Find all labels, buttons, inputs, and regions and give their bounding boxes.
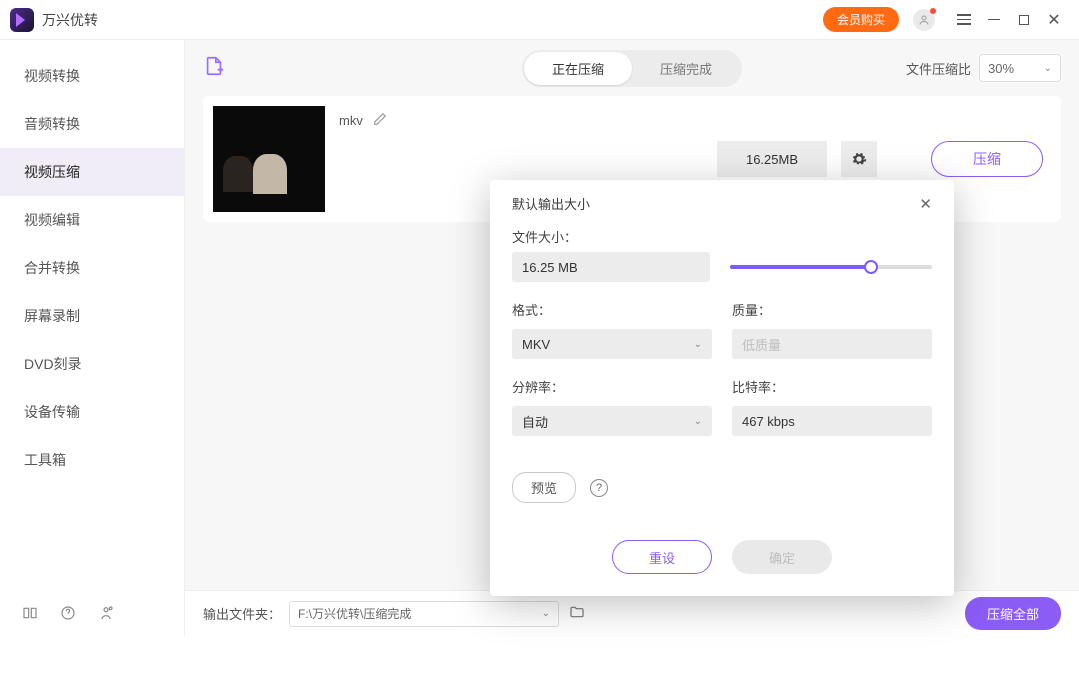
tab-done[interactable]: 压缩完成	[632, 52, 740, 85]
nav-device-transfer[interactable]: 设备传输	[0, 388, 184, 436]
purchase-button[interactable]: 会员购买	[823, 7, 899, 32]
bitrate-label: 比特率：	[732, 377, 932, 396]
format-value: MKV	[522, 337, 550, 352]
sidebar: 视频转换 音频转换 视频压缩 视频编辑 合并转换 屏幕录制 DVD刻录 设备传输…	[0, 40, 185, 636]
nav-video-convert[interactable]: 视频转换	[0, 52, 184, 100]
title-bar: 万兴优转 会员购买 ✕	[0, 0, 1079, 40]
chevron-down-icon: ⌄	[694, 339, 702, 350]
format-label: 格式：	[512, 300, 712, 319]
output-size-modal: 默认输出大小 ✕ 文件大小： 16.25 MB 格式： 质量：	[490, 180, 954, 596]
file-size-label: 文件大小：	[512, 227, 932, 246]
chevron-down-icon: ⌄	[694, 416, 702, 427]
file-size-field: 16.25 MB	[512, 252, 710, 282]
ratio-label: 文件压缩比	[906, 59, 971, 78]
add-file-button[interactable]	[203, 55, 229, 81]
chevron-down-icon: ⌄	[1044, 63, 1052, 74]
file-size-value: 16.25 MB	[522, 260, 578, 275]
toolbar: 正在压缩 压缩完成 文件压缩比 30% ⌄	[185, 40, 1079, 96]
modal-title: 默认输出大小	[512, 194, 590, 213]
quality-label: 质量：	[732, 300, 932, 319]
chevron-down-icon: ⌄	[542, 608, 550, 619]
bitrate-field[interactable]: 467 kbps	[732, 406, 932, 436]
tab-compressing[interactable]: 正在压缩	[524, 52, 632, 85]
app-logo-icon	[10, 8, 34, 32]
menu-icon[interactable]	[949, 5, 979, 35]
file-name: mkv	[339, 113, 363, 128]
resolution-select[interactable]: 自动 ⌄	[512, 406, 712, 436]
compress-all-button[interactable]: 压缩全部	[965, 597, 1061, 630]
resolution-value: 自动	[522, 412, 548, 431]
nav-video-edit[interactable]: 视频编辑	[0, 196, 184, 244]
nav-video-compress[interactable]: 视频压缩	[0, 148, 184, 196]
help-icon[interactable]	[60, 605, 76, 621]
output-size: 16.25MB	[717, 141, 827, 177]
account-icon[interactable]	[913, 9, 935, 31]
quality-field: 低质量	[732, 329, 932, 359]
minimize-button[interactable]	[979, 5, 1009, 35]
ratio-select[interactable]: 30% ⌄	[979, 54, 1061, 82]
share-icon[interactable]	[98, 605, 114, 621]
video-thumbnail[interactable]	[213, 106, 325, 212]
main-area: 正在压缩 压缩完成 文件压缩比 30% ⌄ mkv 16.25MB	[185, 40, 1079, 636]
help-icon[interactable]: ?	[590, 479, 608, 497]
compress-button[interactable]: 压缩	[931, 141, 1043, 177]
nav-audio-convert[interactable]: 音频转换	[0, 100, 184, 148]
nav-merge[interactable]: 合并转换	[0, 244, 184, 292]
quality-placeholder: 低质量	[742, 335, 781, 354]
preview-button[interactable]: 预览	[512, 472, 576, 503]
maximize-button[interactable]	[1009, 5, 1039, 35]
tutorial-icon[interactable]	[22, 605, 38, 621]
output-path-select[interactable]: F:\万兴优转\压缩完成 ⌄	[289, 601, 559, 627]
edit-name-icon[interactable]	[373, 112, 387, 129]
settings-button[interactable]	[841, 141, 877, 177]
open-folder-icon[interactable]	[569, 604, 585, 623]
nav-toolbox[interactable]: 工具箱	[0, 436, 184, 484]
size-slider[interactable]	[730, 252, 932, 282]
output-path-value: F:\万兴优转\压缩完成	[298, 605, 411, 622]
format-select[interactable]: MKV ⌄	[512, 329, 712, 359]
confirm-button[interactable]: 确定	[732, 540, 832, 574]
close-icon[interactable]: ✕	[919, 195, 932, 213]
tab-bar: 正在压缩 压缩完成	[522, 50, 742, 87]
app-title: 万兴优转	[42, 10, 98, 30]
bitrate-value: 467 kbps	[742, 414, 795, 429]
reset-button[interactable]: 重设	[612, 540, 712, 574]
ratio-value: 30%	[988, 61, 1014, 76]
nav-list: 视频转换 音频转换 视频压缩 视频编辑 合并转换 屏幕录制 DVD刻录 设备传输…	[0, 40, 184, 590]
nav-dvd-burn[interactable]: DVD刻录	[0, 340, 184, 388]
bottom-bar: 输出文件夹： F:\万兴优转\压缩完成 ⌄ 压缩全部	[185, 590, 1079, 636]
output-label: 输出文件夹：	[203, 604, 281, 623]
resolution-label: 分辨率：	[512, 377, 712, 396]
slider-knob[interactable]	[864, 260, 878, 274]
nav-screen-record[interactable]: 屏幕录制	[0, 292, 184, 340]
close-button[interactable]: ✕	[1039, 5, 1069, 35]
